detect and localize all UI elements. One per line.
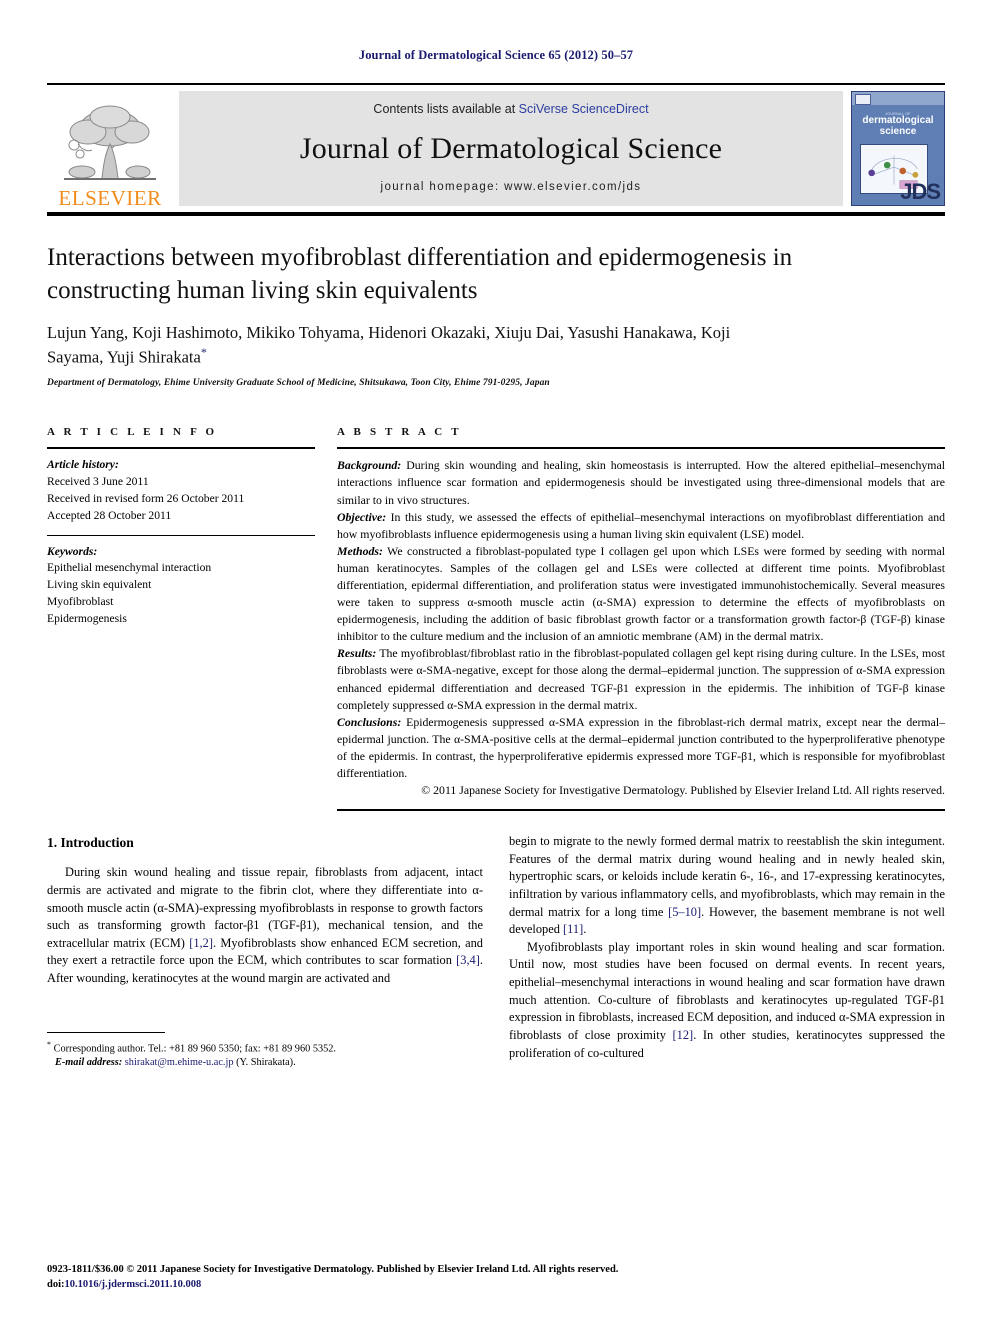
- title-block: Interactions between myofibroblast diffe…: [47, 216, 945, 388]
- right-paragraph-2: Myofibroblasts play important roles in s…: [509, 939, 945, 1062]
- abstract-text-results: The myofibroblast/fibroblast ratio in th…: [337, 646, 945, 712]
- article-body: 1. Introduction During skin wound healin…: [47, 833, 945, 1071]
- author-names: Lujun Yang, Koji Hashimoto, Mikiko Tohya…: [47, 323, 731, 367]
- journal-title: Journal of Dermatological Science: [299, 131, 723, 165]
- cover-title-block: JOURNAL OF dermatological science: [852, 112, 944, 137]
- footnote-corresponding: * Corresponding author. Tel.: +81 89 960…: [47, 1039, 483, 1057]
- footnote-corresponding-text: Corresponding author. Tel.: +81 89 960 5…: [53, 1043, 336, 1055]
- keyword-item: Epithelial mesenchymal interaction: [47, 561, 212, 575]
- abstract-section-methods: Methods: We constructed a fibroblast-pop…: [337, 543, 945, 646]
- right-text-2a: Myofibroblasts play important roles in s…: [509, 939, 945, 1042]
- keywords-label: Keywords:: [47, 544, 98, 558]
- abstract-label-objective: Objective:: [337, 509, 387, 524]
- abstract-text-background: During skin wounding and healing, skin h…: [337, 458, 945, 507]
- abstract-label-background: Background:: [337, 458, 402, 473]
- contents-list-line: Contents lists available at SciVerse Sci…: [373, 102, 648, 116]
- intro-paragraph-1: During skin wound healing and tissue rep…: [47, 864, 483, 987]
- abstract-section-objective: Objective: In this study, we assessed th…: [337, 509, 945, 543]
- sciencedirect-link[interactable]: SciVerse ScienceDirect: [519, 102, 649, 116]
- footnote-area: * Corresponding author. Tel.: +81 89 960…: [47, 1031, 483, 1071]
- right-text-1c: .: [583, 922, 587, 937]
- history-revised: Received in revised form 26 October 2011: [47, 491, 245, 505]
- journal-homepage[interactable]: journal homepage: www.elsevier.com/jds: [381, 181, 642, 193]
- abstract-section-conclusions: Conclusions: Epidermogenesis suppressed …: [337, 714, 945, 782]
- doi-prefix: doi:: [47, 1279, 65, 1291]
- article-info-heading: A R T I C L E I N F O: [47, 426, 218, 439]
- cover-main-title: dermatological science: [862, 115, 934, 137]
- abstract-text-objective: In this study, we assessed the effects o…: [337, 509, 945, 541]
- running-head: Journal of Dermatological Science 65 (20…: [358, 48, 634, 62]
- corresponding-author-marker: *: [200, 345, 207, 360]
- history-accepted: Accepted 28 October 2011: [47, 508, 172, 522]
- info-abstract-area: A R T I C L E I N F O Article history: R…: [47, 426, 945, 812]
- journal-cover-thumbnail: JOURNAL OF dermatological science JDS: [851, 91, 945, 206]
- footer-doi-line: doi:10.1016/j.jdermsci.2011.10.008: [47, 1277, 945, 1293]
- author-list: Lujun Yang, Koji Hashimoto, Mikiko Tohya…: [47, 321, 767, 369]
- body-column-right: begin to migrate to the newly formed der…: [509, 833, 945, 1071]
- footnote-marker: *: [47, 1039, 51, 1049]
- cover-jds-logo: JDS: [900, 179, 941, 204]
- history-received: Received 3 June 2011: [47, 475, 149, 489]
- right-paragraph-1: begin to migrate to the newly formed der…: [509, 833, 945, 939]
- footnote-email-suffix: (Y. Shirakata).: [236, 1057, 296, 1069]
- journal-masthead: ELSEVIER Contents lists available at Sci…: [47, 83, 945, 212]
- cover-top-strip: [852, 92, 944, 105]
- abstract-body: Background: During skin wounding and hea…: [337, 449, 945, 799]
- abstract-section-results: Results: The myofibroblast/fibroblast ra…: [337, 645, 945, 713]
- abstract-section-background: Background: During skin wounding and hea…: [337, 457, 945, 508]
- reference-link-5-10[interactable]: [5–10]: [668, 905, 701, 919]
- abstract-label-results: Results:: [337, 646, 377, 661]
- page-footer: 0923-1811/$36.00 © 2011 Japanese Society…: [47, 1262, 945, 1294]
- affiliation: Department of Dermatology, Ehime Univers…: [47, 378, 550, 389]
- abstract-label-methods: Methods:: [337, 543, 383, 558]
- footnote-email-link[interactable]: shirakat@m.ehime-u.ac.jp: [125, 1057, 234, 1068]
- article-info-column: A R T I C L E I N F O Article history: R…: [47, 426, 315, 811]
- reference-link-1-2[interactable]: [1,2]: [189, 936, 213, 950]
- body-column-left: 1. Introduction During skin wound healin…: [47, 833, 483, 1071]
- article-history-group: Article history: Received 3 June 2011 Re…: [47, 449, 315, 524]
- elsevier-wordmark: ELSEVIER: [58, 186, 162, 210]
- abstract-heading: A B S T R A C T: [337, 426, 462, 439]
- journal-banner: Contents lists available at SciVerse Sci…: [179, 91, 843, 206]
- paper-page: Journal of Dermatological Science 65 (20…: [0, 0, 992, 1323]
- abstract-text-conclusions: Epidermogenesis suppressed α-SMA express…: [337, 714, 945, 781]
- footnote-email-label: E-mail address:: [55, 1057, 123, 1069]
- footnote-rule: [47, 1031, 165, 1033]
- keyword-item: Myofibroblast: [47, 594, 114, 608]
- abstract-text-methods: We constructed a fibroblast-populated ty…: [337, 543, 945, 644]
- footer-issn-copyright: 0923-1811/$36.00 © 2011 Japanese Society…: [47, 1263, 619, 1275]
- reference-link-3-4[interactable]: [3,4]: [456, 953, 480, 967]
- elsevier-tree-icon: [64, 105, 156, 180]
- abstract-label-conclusions: Conclusions:: [337, 714, 402, 729]
- abstract-copyright: © 2011 Japanese Society for Investigativ…: [421, 783, 945, 798]
- reference-link-11[interactable]: [11]: [563, 922, 583, 936]
- cover-elsevier-mini-logo: [855, 94, 871, 105]
- article-history-label: Article history:: [47, 458, 119, 472]
- section-heading-introduction: 1. Introduction: [47, 835, 134, 851]
- doi-link[interactable]: 10.1016/j.jdermsci.2011.10.008: [65, 1279, 202, 1290]
- abstract-column: A B S T R A C T Background: During skin …: [337, 426, 945, 812]
- abstract-rule-bottom: [337, 809, 945, 812]
- reference-link-12[interactable]: [12]: [673, 1028, 694, 1042]
- contents-prefix: Contents lists available at: [373, 102, 516, 116]
- keyword-item: Living skin equivalent: [47, 578, 152, 592]
- article-title: Interactions between myofibroblast diffe…: [47, 244, 793, 304]
- elsevier-logo: ELSEVIER: [47, 85, 173, 212]
- keywords-group: Keywords: Epithelial mesenchymal interac…: [47, 536, 315, 628]
- footnote-email-line: E-mail address: shirakat@m.ehime-u.ac.jp…: [47, 1056, 483, 1070]
- keyword-item: Epidermogenesis: [47, 611, 127, 625]
